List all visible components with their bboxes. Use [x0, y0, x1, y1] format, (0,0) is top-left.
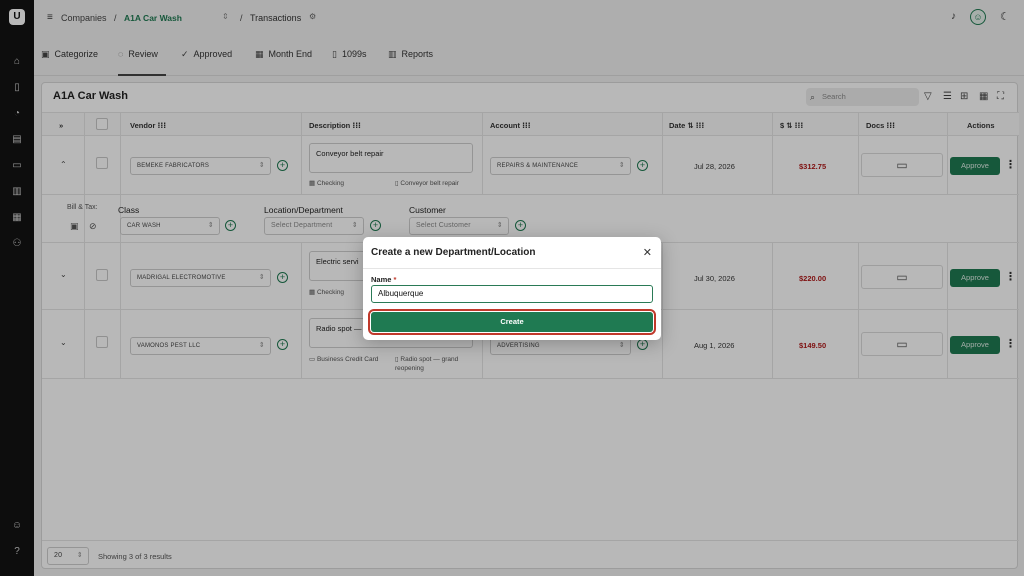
create-department-dialog: Create a new Department/Location ✕ Name … — [363, 237, 661, 340]
divider — [363, 268, 661, 269]
close-icon[interactable]: ✕ — [643, 246, 652, 259]
required-marker: * — [393, 275, 397, 284]
name-label: Name * — [371, 275, 397, 284]
dialog-title: Create a new Department/Location — [371, 247, 536, 258]
name-input[interactable]: Albuquerque — [371, 285, 653, 303]
create-button[interactable]: Create — [368, 309, 656, 335]
